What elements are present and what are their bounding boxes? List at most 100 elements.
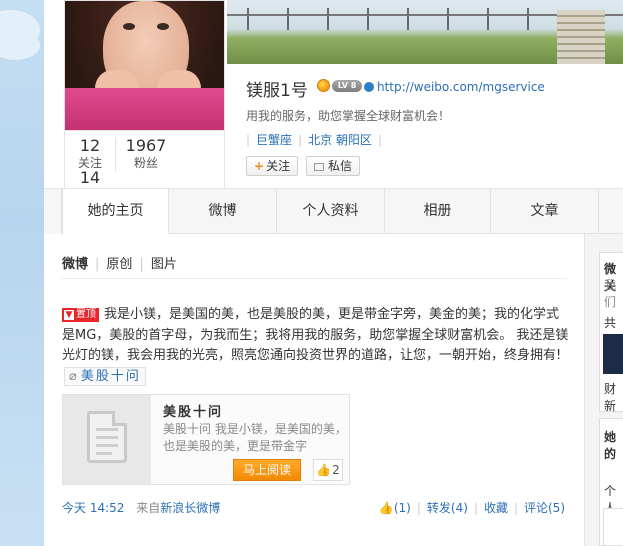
post-source[interactable]: 新浪长微博 bbox=[160, 501, 220, 515]
message-icon bbox=[314, 163, 324, 171]
profile-tags: | 巨蟹座 | 北京 朝阳区 | bbox=[246, 131, 388, 148]
message-button[interactable]: 私信 bbox=[306, 156, 361, 176]
post-time[interactable]: 今天 14:52 bbox=[62, 501, 124, 515]
profile-intro: 用我的服务，助您掌握全球财富机会！ bbox=[246, 109, 451, 123]
follow-label: 关注 bbox=[266, 159, 291, 173]
thumbs-up-icon: 👍 bbox=[378, 501, 394, 515]
sidebar-text: 我们 bbox=[604, 278, 617, 309]
constellation-link[interactable]: 巨蟹座 bbox=[256, 131, 292, 148]
like-count: (1) bbox=[393, 501, 411, 515]
fans-label[interactable]: 粉丝 bbox=[121, 155, 171, 171]
article-desc: 美股十问 我是小镁，是美国的美，也是美股的美，更是带金字 bbox=[163, 422, 347, 453]
post-text: 我是小镁，是美国的美，也是美股的美，更是带金字旁，美金的美；我的化学式是MG，美… bbox=[62, 307, 569, 363]
sidebar-logo[interactable] bbox=[603, 334, 623, 374]
like-button[interactable]: 👍(1) bbox=[379, 501, 411, 515]
cover-image bbox=[227, 0, 623, 64]
sidebar-title: 她的 bbox=[604, 430, 617, 461]
profile-tabs: 她的主页 微博 个人资料 相册 文章 bbox=[44, 188, 623, 235]
fans-count[interactable]: 1967 bbox=[121, 137, 171, 155]
tab-home[interactable]: 她的主页 bbox=[62, 189, 169, 235]
divider: | bbox=[377, 133, 382, 147]
avatar-shirt bbox=[65, 88, 224, 130]
post-actions: 👍(1) | 转发(4) | 收藏 | 评论(5) bbox=[379, 499, 565, 516]
inline-link-text[interactable]: 美股十问 bbox=[81, 369, 141, 384]
stat-fans[interactable]: 1967 粉丝 bbox=[121, 137, 171, 171]
divider: | bbox=[95, 257, 100, 272]
message-label: 私信 bbox=[328, 159, 353, 173]
right-sidebar: 微关 我们 共同 财新 她的 个人 bbox=[584, 234, 623, 546]
pin-icon: ▼ bbox=[64, 310, 74, 320]
divider: | bbox=[416, 501, 421, 515]
clip-icon: ⌀ bbox=[69, 368, 77, 384]
tab-album[interactable]: 相册 bbox=[385, 189, 491, 234]
document-icon bbox=[87, 411, 127, 463]
sidebar-input[interactable] bbox=[603, 508, 623, 546]
fence-post bbox=[247, 8, 249, 30]
stairs bbox=[557, 10, 605, 64]
article-thumbnail[interactable] bbox=[63, 395, 151, 484]
fence-post bbox=[407, 8, 409, 30]
following-count[interactable]: 12 bbox=[75, 137, 105, 155]
fence-post bbox=[487, 8, 489, 30]
divider: | bbox=[246, 133, 251, 147]
repost-button[interactable]: 转发(4) bbox=[427, 501, 468, 515]
read-now-button[interactable]: 马上阅读 bbox=[233, 459, 301, 481]
divider bbox=[62, 278, 567, 279]
vip-icon[interactable] bbox=[317, 79, 330, 92]
tab-profile-info[interactable]: 个人资料 bbox=[277, 189, 385, 234]
pinned-badge: ▼ 置顶 bbox=[62, 308, 99, 322]
divider: | bbox=[473, 501, 478, 515]
fence-post bbox=[327, 8, 329, 30]
fence-post bbox=[527, 8, 529, 30]
doc-line bbox=[96, 428, 118, 431]
eye bbox=[157, 23, 169, 30]
article-title[interactable]: 美股十问 bbox=[163, 401, 223, 420]
stat-extra-count[interactable]: 14 bbox=[75, 169, 105, 187]
stat-divider bbox=[115, 137, 116, 171]
tab-sep-left bbox=[44, 189, 62, 234]
post-meta: 今天 14:52 来自新浪长微博 bbox=[62, 499, 220, 516]
plus-icon: + bbox=[254, 159, 265, 173]
article-card[interactable]: 美股十问 美股十问 我是小镁，是美国的美，也是美股的美，更是带金字 马上阅读 👍… bbox=[62, 394, 350, 485]
tab-articles[interactable]: 文章 bbox=[491, 189, 599, 234]
divider: | bbox=[139, 257, 144, 272]
thumbs-up-icon: 👍 bbox=[316, 463, 332, 477]
location-link[interactable]: 北京 朝阳区 bbox=[308, 131, 372, 148]
profile-stats: 12 关注 14 1967 粉丝 bbox=[64, 131, 225, 189]
eye bbox=[123, 23, 135, 30]
link-icon bbox=[364, 82, 374, 92]
article-inline-link[interactable]: ⌀ 美股十问 bbox=[64, 366, 146, 386]
tab-weibo[interactable]: 微博 bbox=[169, 189, 277, 234]
level-badge[interactable]: LV 8 bbox=[332, 80, 362, 92]
stat-following[interactable]: 12 关注 14 bbox=[75, 137, 105, 187]
profile-url-text[interactable]: http://weibo.com/mgservice bbox=[377, 80, 545, 94]
doc-line bbox=[96, 444, 118, 447]
fence-post bbox=[287, 8, 289, 30]
profile-page: 12 关注 14 1967 粉丝 镁服1号 LV 8 http://weibo.… bbox=[44, 0, 623, 546]
divider: | bbox=[298, 133, 303, 147]
article-like-button[interactable]: 👍2 bbox=[313, 459, 343, 481]
subtab-weibo[interactable]: 微博 bbox=[62, 257, 88, 272]
feed-subtabs: 微博 | 原创 | 图片 bbox=[62, 253, 177, 272]
fence-post bbox=[367, 8, 369, 30]
comment-button[interactable]: 评论(5) bbox=[524, 501, 565, 515]
subtab-images[interactable]: 图片 bbox=[151, 257, 177, 272]
background-sky bbox=[0, 0, 44, 546]
sidebar-link[interactable]: 财新 bbox=[604, 380, 623, 414]
subtab-original[interactable]: 原创 bbox=[106, 257, 132, 272]
avatar[interactable] bbox=[64, 0, 225, 131]
cloud-decoration bbox=[0, 30, 40, 60]
pinned-post: ▼ 置顶 我是小镁，是美国的美，也是美股的美，更是带金字旁，美金的美；我的化学式是M… bbox=[62, 305, 570, 387]
doc-line bbox=[96, 436, 118, 439]
doc-line bbox=[96, 452, 112, 455]
divider: | bbox=[513, 501, 518, 515]
fence-post bbox=[447, 8, 449, 30]
from-label: 来自 bbox=[136, 501, 161, 515]
feed-area: 微博 | 原创 | 图片 ▼ 置顶 我是小镁，是美国的美，也是美股的美，更是带金字旁，美金的… bbox=[44, 234, 585, 546]
profile-url-link[interactable]: http://weibo.com/mgservice bbox=[364, 80, 545, 94]
pinned-label: 置顶 bbox=[76, 309, 96, 320]
profile-name: 镁服1号 bbox=[246, 81, 308, 101]
article-like-count: 2 bbox=[332, 463, 340, 477]
follow-button[interactable]: + 关注 bbox=[246, 156, 299, 176]
favorite-button[interactable]: 收藏 bbox=[484, 501, 508, 515]
